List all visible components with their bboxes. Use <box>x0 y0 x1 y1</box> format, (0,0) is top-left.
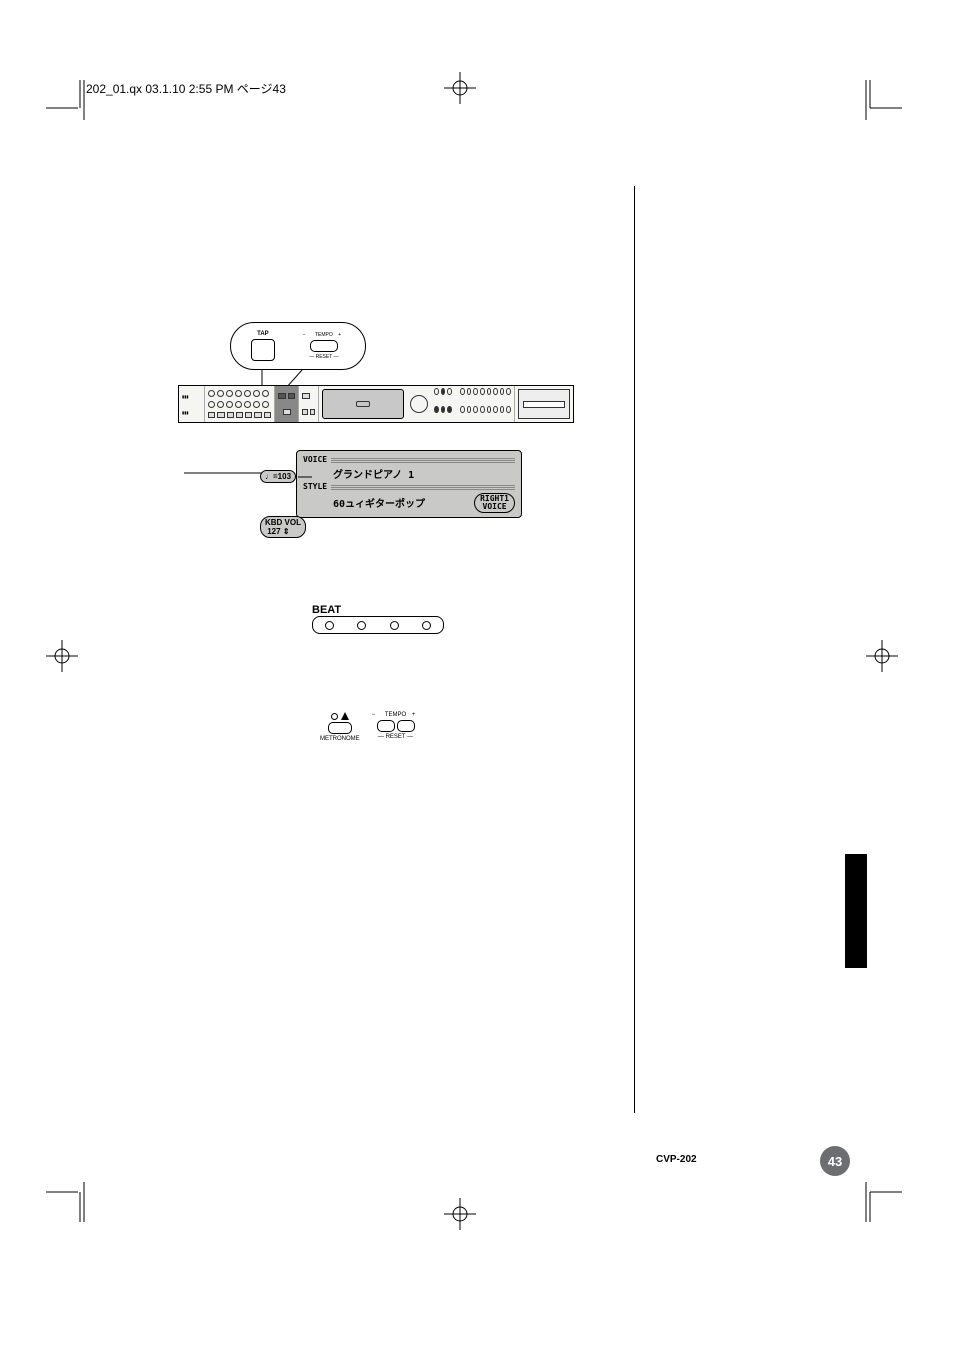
keyboard-panel-diagram: ▮▮▮ ▮▮▮ <box>178 385 574 423</box>
beat-led <box>390 621 399 630</box>
tempo-plus-button-icon <box>397 720 415 732</box>
crop-marks <box>0 0 954 1351</box>
panel-lcd <box>322 389 404 419</box>
panel-tempo-target <box>275 386 299 422</box>
tempo-signs: − TEMPO + <box>372 712 420 718</box>
footer-model: CVP-202 <box>656 1154 697 1165</box>
lcd-closeup: VOICE グランドピアノ 1 STYLE 60ュィギターポップ RIGHT1V… <box>296 450 522 518</box>
lcd-style-value: 60ュィギターポップ <box>333 495 425 510</box>
panel-left-controls: ▮▮▮ ▮▮▮ <box>179 386 205 422</box>
lcd-rule <box>331 484 515 490</box>
print-header-line: 202_01.qx 03.1.10 2:55 PM ページ43 <box>86 80 286 97</box>
tempo-minus-button-icon <box>377 720 395 732</box>
panel-tap-area <box>299 386 319 422</box>
metronome-icon <box>341 712 349 720</box>
column-divider <box>634 186 635 1113</box>
panel-disk-slot <box>518 389 570 419</box>
beat-led <box>325 621 334 630</box>
tempo-diagram: − TEMPO + — RESET — <box>372 712 420 740</box>
lcd-style-label: STYLE <box>303 482 327 491</box>
beat-led <box>422 621 431 630</box>
metronome-diagram: METRONOME <box>320 712 360 742</box>
metronome-led-icon <box>331 713 338 720</box>
tempo-signs: − TEMPO + <box>303 332 345 338</box>
lcd-kbdvol-chip: KBD VOL 127 ⇕ <box>260 516 306 538</box>
tap-tempo-bubble: TAP − TEMPO + — RESET — <box>230 322 366 370</box>
lcd-right1-chip: RIGHT1VOICE <box>474 493 515 513</box>
lcd-leader-line <box>184 470 264 476</box>
lcd-voice-label: VOICE <box>303 455 327 464</box>
beat-led-box <box>312 616 444 634</box>
lcd-rule <box>331 457 515 463</box>
beat-label: BEAT <box>312 604 341 616</box>
metronome-tempo-block: METRONOME − TEMPO + — RESET — <box>320 712 419 742</box>
lcd-callout: ♩=103 KBD VOL 127 ⇕ <box>260 466 306 513</box>
tempo-reset-label: — RESET — <box>378 734 413 740</box>
beat-led <box>357 621 366 630</box>
panel-style-buttons <box>205 386 275 422</box>
metronome-label: METRONOME <box>320 736 360 742</box>
panel-dial <box>410 395 428 413</box>
lcd-tempo-chip: ♩=103 <box>260 470 296 483</box>
tap-label: TAP <box>257 331 269 337</box>
metronome-button-icon <box>328 722 352 734</box>
tempo-rocker-icon <box>310 340 338 352</box>
tap-button-diagram: TAP <box>251 331 275 361</box>
tap-button-icon <box>251 339 275 361</box>
page-number-badge: 43 <box>820 1146 850 1176</box>
section-tab <box>845 854 867 968</box>
beat-block: BEAT <box>312 604 444 634</box>
lcd-voice-value: グランドピアノ 1 <box>333 466 414 481</box>
tempo-reset-label: — RESET — <box>309 354 338 360</box>
panel-voice-buttons <box>431 386 515 422</box>
tempo-buttons-diagram: − TEMPO + — RESET — <box>303 332 345 360</box>
